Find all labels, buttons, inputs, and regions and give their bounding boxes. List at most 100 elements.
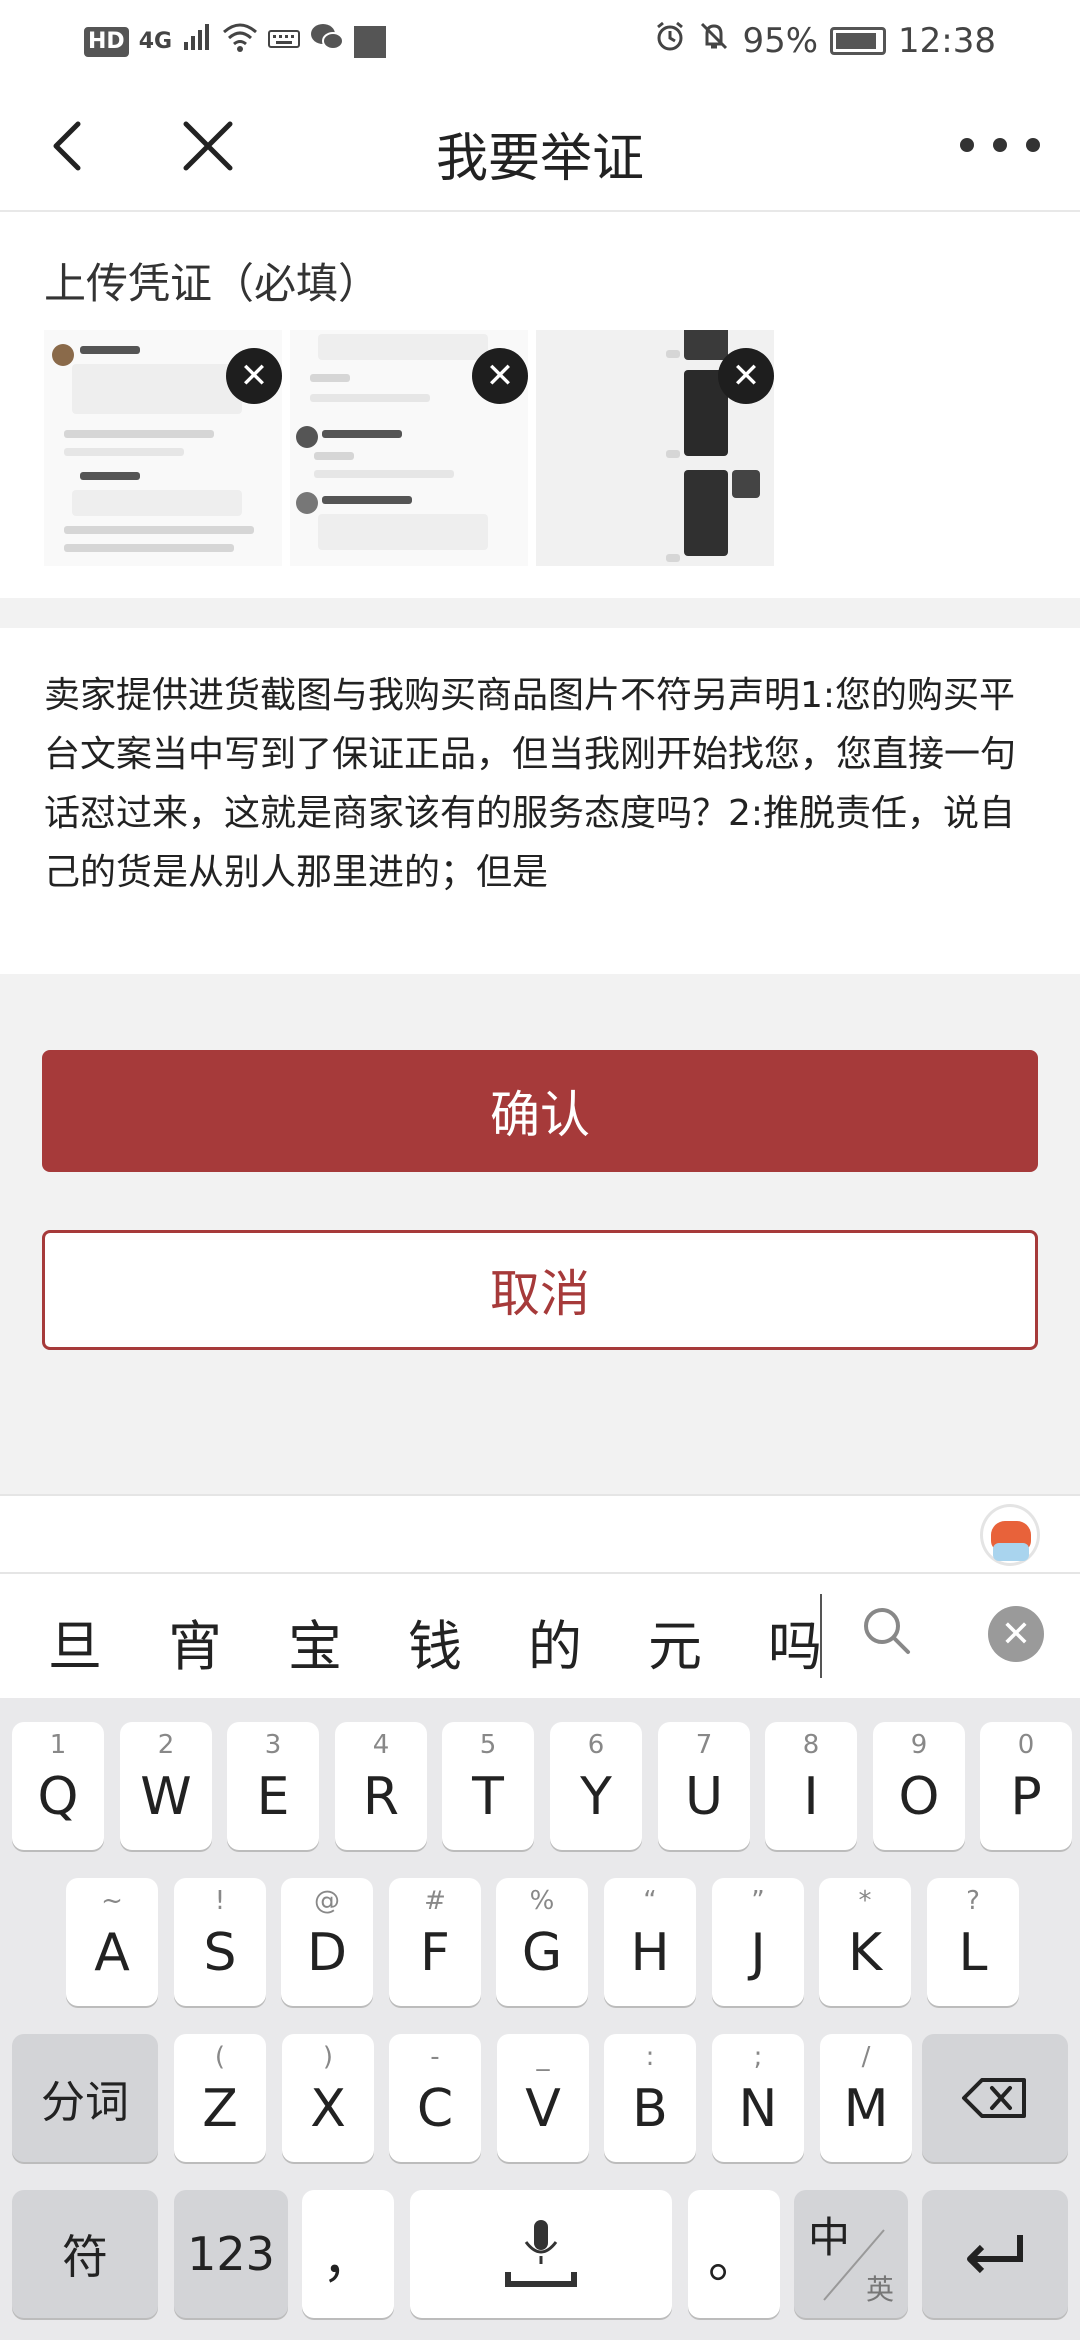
candidate-item[interactable]: 的 xyxy=(528,1602,648,1681)
key-g[interactable]: % G xyxy=(496,1878,588,2006)
key-label: B xyxy=(632,2079,668,2139)
key-d[interactable]: @ D xyxy=(281,1878,373,2006)
microphone-icon xyxy=(505,2220,577,2287)
key-secondary-label: ? xyxy=(966,1886,980,1916)
key-secondary-label: _ xyxy=(536,2042,550,2072)
key-a[interactable]: ~ A xyxy=(66,1878,158,2006)
key-secondary-label: 7 xyxy=(695,1730,713,1760)
key-secondary-label: 6 xyxy=(587,1730,605,1760)
candidate-item[interactable]: 宵 xyxy=(168,1602,288,1681)
ime-mascot-icon[interactable] xyxy=(980,1504,1040,1566)
delete-thumbnail-2-icon[interactable]: ✕ xyxy=(472,348,528,404)
mute-icon xyxy=(698,20,730,61)
key-secondary-label: ~ xyxy=(101,1886,123,1916)
evidence-thumbnail-3[interactable]: ✕ xyxy=(536,330,774,566)
enter-key[interactable] xyxy=(922,2190,1068,2318)
key-label: N xyxy=(738,2079,778,2139)
key-z[interactable]: (Z xyxy=(174,2034,266,2162)
description-section: 卖家提供进货截图与我购买商品图片不符另声明1:您的购买平台文案当中写到了保证正品… xyxy=(0,628,1080,974)
delete-thumbnail-1-icon[interactable]: ✕ xyxy=(226,348,282,404)
key-label: Z xyxy=(202,2079,238,2139)
key-u[interactable]: 7U xyxy=(658,1722,750,1850)
candidate-item[interactable]: 旦 xyxy=(48,1602,168,1681)
key-c[interactable]: -C xyxy=(389,2034,481,2162)
key-label: G xyxy=(521,1923,563,1983)
key-label: K xyxy=(847,1923,883,1983)
number-key[interactable]: 123 xyxy=(174,2190,288,2318)
key-label: P xyxy=(1010,1767,1042,1827)
key-label: O xyxy=(898,1767,940,1827)
key-secondary-label: ) xyxy=(322,2042,334,2072)
key-secondary-label: : xyxy=(645,2042,655,2072)
cancel-button[interactable]: 取消 xyxy=(42,1230,1038,1350)
signal-bars-icon xyxy=(182,22,212,61)
key-label: W xyxy=(140,1767,192,1827)
fenci-key[interactable]: 分词 xyxy=(12,2034,158,2162)
upload-title: 上传凭证（必填） xyxy=(44,259,381,308)
key-y[interactable]: 6Y xyxy=(550,1722,642,1850)
key-secondary-label: ! xyxy=(214,1886,226,1916)
confirm-button[interactable]: 确认 xyxy=(42,1050,1038,1172)
search-icon[interactable] xyxy=(860,1604,914,1658)
candidate-item[interactable]: 钱 xyxy=(408,1602,528,1681)
candidate-item[interactable]: 元 xyxy=(648,1602,768,1681)
key-secondary-label: - xyxy=(430,2042,440,2072)
comma-label: ， xyxy=(321,2229,374,2290)
key-o[interactable]: 9O xyxy=(873,1722,965,1850)
key-r[interactable]: 4R xyxy=(335,1722,427,1850)
key-e[interactable]: 3E xyxy=(227,1722,319,1850)
key-m[interactable]: / M xyxy=(820,2034,912,2162)
key-i[interactable]: 8I xyxy=(765,1722,857,1850)
key-x[interactable]: ) X xyxy=(282,2034,374,2162)
candidate-item[interactable]: 宝 xyxy=(288,1602,408,1681)
wechat-icon xyxy=(310,22,345,61)
key-p[interactable]: 0P xyxy=(980,1722,1072,1850)
period-key[interactable]: 。 xyxy=(688,2190,780,2318)
key-secondary-label: 3 xyxy=(264,1730,282,1760)
key-secondary-label: 2 xyxy=(157,1730,175,1760)
key-secondary-label: 1 xyxy=(49,1730,67,1760)
symbol-key[interactable]: 符 xyxy=(12,2190,158,2318)
backspace-key[interactable] xyxy=(922,2034,1068,2162)
key-label: T xyxy=(472,1767,504,1827)
more-icon[interactable] xyxy=(960,130,1040,160)
clear-icon[interactable]: ✕ xyxy=(988,1606,1044,1662)
key-secondary-label: ( xyxy=(214,2042,226,2072)
key-q[interactable]: 1Q xyxy=(12,1722,104,1850)
key-s[interactable]: ! S xyxy=(174,1878,266,2006)
hd-badge: HD xyxy=(84,26,129,57)
delete-thumbnail-3-icon[interactable]: ✕ xyxy=(718,348,774,404)
key-secondary-label: 9 xyxy=(910,1730,928,1760)
key-j[interactable]: ” J xyxy=(712,1878,804,2006)
candidate-item[interactable]: 吗 xyxy=(768,1602,828,1681)
key-label: M xyxy=(843,2079,889,2139)
ime-toolbar xyxy=(0,1494,1080,1572)
key-label: X xyxy=(310,2079,346,2139)
key-n[interactable]: ; N xyxy=(712,2034,804,2162)
key-f[interactable]: # F xyxy=(389,1878,481,2006)
signal-icon: 4G xyxy=(138,28,173,54)
key-t[interactable]: 5T xyxy=(442,1722,534,1850)
key-label: H xyxy=(630,1923,670,1983)
key-secondary-label: % xyxy=(529,1886,555,1916)
key-k[interactable]: * K xyxy=(819,1878,911,2006)
key-secondary-label: @ xyxy=(314,1886,340,1916)
key-label: J xyxy=(750,1923,766,1983)
lang-switch-key[interactable]: 中 英 xyxy=(794,2190,908,2318)
key-secondary-label: * xyxy=(858,1886,872,1916)
key-label: L xyxy=(958,1923,988,1983)
evidence-thumbnail-1[interactable]: ✕ xyxy=(44,330,282,566)
space-key[interactable] xyxy=(410,2190,672,2318)
wifi-icon xyxy=(222,22,258,61)
key-w[interactable]: 2W xyxy=(120,1722,212,1850)
key-v[interactable]: _ V xyxy=(497,2034,589,2162)
evidence-thumbnail-2[interactable]: ✕ xyxy=(290,330,528,566)
key-h[interactable]: “H xyxy=(604,1878,696,2006)
comma-key[interactable]: ， xyxy=(302,2190,394,2318)
battery-icon xyxy=(830,26,887,55)
description-textarea[interactable]: 卖家提供进货截图与我购买商品图片不符另声明1:您的购买平台文案当中写到了保证正品… xyxy=(44,666,1034,906)
key-b[interactable]: :B xyxy=(604,2034,696,2162)
fenci-label: 分词 xyxy=(41,2077,129,2128)
status-bar: HD 4G 95% 12:38 xyxy=(0,0,1080,80)
key-l[interactable]: ? L xyxy=(927,1878,1019,2006)
